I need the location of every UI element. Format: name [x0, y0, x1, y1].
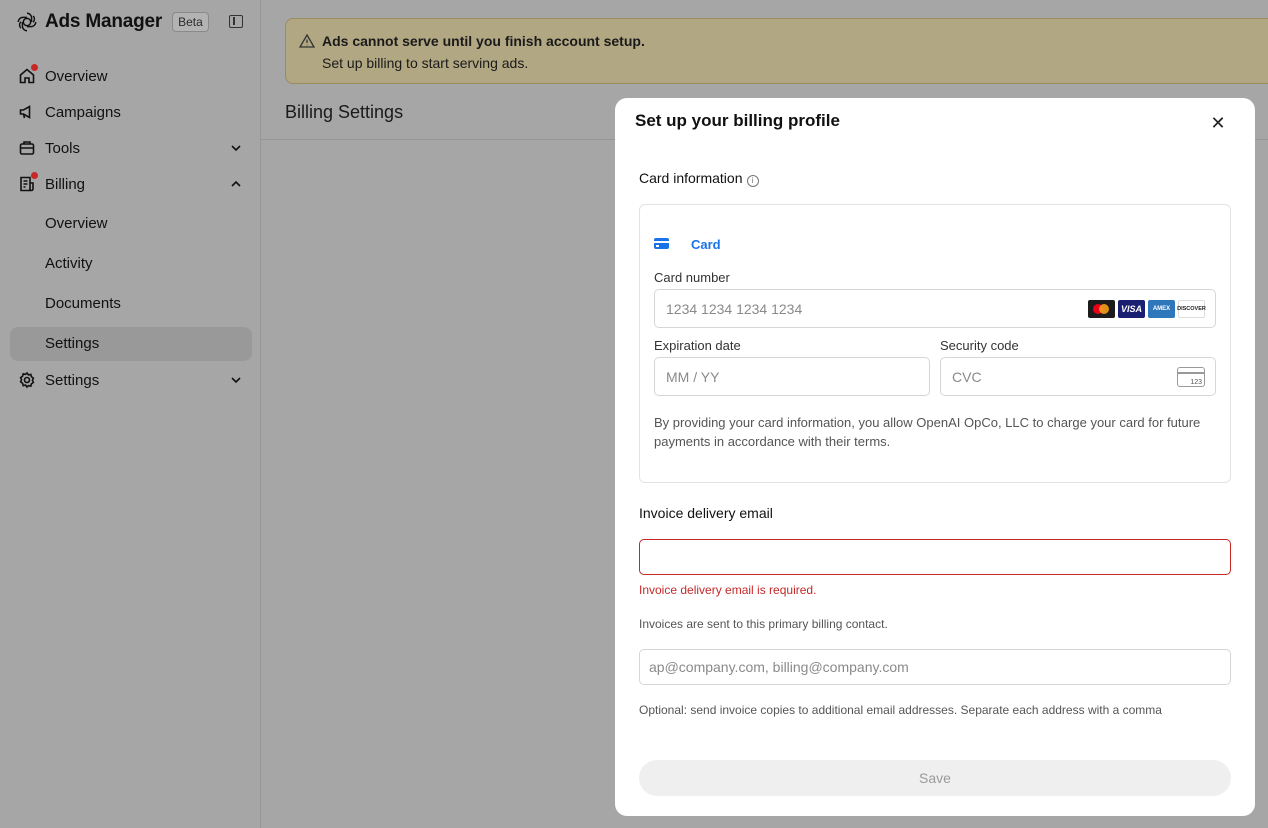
card-terms-text: By providing your card information, you … — [654, 415, 1201, 449]
cc-emails-placeholder: ap@company.com, billing@company.com — [649, 659, 909, 675]
setup-warning-banner: Ads cannot serve until you finish accoun… — [285, 18, 1268, 84]
card-number-placeholder: 1234 1234 1234 1234 — [666, 301, 803, 317]
close-icon[interactable]: ✕ — [1210, 114, 1226, 132]
megaphone-icon — [19, 105, 31, 119]
card-information-label: Card information i — [639, 170, 759, 187]
sidebar-subitem-documents[interactable]: Documents — [10, 287, 252, 321]
card-number-label: Card number — [654, 270, 730, 285]
card-information-text: Card information — [639, 170, 743, 186]
invoice-email-help: Invoices are sent to this primary billin… — [639, 617, 888, 631]
banner-message: Set up billing to start serving ads. — [322, 55, 529, 71]
discover-icon: DISCOVER — [1177, 300, 1206, 318]
sidebar-subitem-label: Overview — [45, 215, 108, 232]
mastercard-icon — [1088, 300, 1115, 318]
card-tab[interactable]: Card — [691, 237, 721, 252]
notification-dot — [31, 64, 38, 71]
sidebar-toggle-icon[interactable] — [229, 15, 243, 28]
sidebar-item-overview[interactable]: Overview — [10, 59, 252, 93]
sidebar-subitem-label: Activity — [45, 255, 93, 272]
save-button[interactable]: Save — [639, 760, 1231, 796]
invoice-email-error: Invoice delivery email is required. — [639, 583, 817, 597]
info-icon[interactable]: i — [746, 175, 759, 187]
card-number-input[interactable]: 1234 1234 1234 1234 VISA AMEX DISCOVER — [654, 289, 1216, 328]
sidebar-item-settings[interactable]: Settings — [10, 363, 252, 397]
card-brands: VISA AMEX DISCOVER — [1088, 300, 1206, 318]
sidebar-subitem-label: Documents — [45, 295, 121, 312]
sidebar-subitem-label: Settings — [45, 335, 100, 352]
sidebar-item-tools[interactable]: Tools — [10, 131, 252, 165]
sidebar-item-label: Billing — [45, 175, 86, 193]
page-title: Billing Settings — [285, 102, 404, 122]
sidebar-item-billing[interactable]: Billing — [10, 167, 252, 201]
chevron-up-icon — [231, 180, 241, 187]
expiration-placeholder: MM / YY — [666, 369, 720, 385]
toolbox-icon — [19, 141, 35, 155]
sidebar-item-label: Campaigns — [45, 103, 121, 121]
chevron-down-icon — [231, 145, 241, 152]
beta-badge: Beta — [172, 12, 209, 32]
amex-icon: AMEX — [1148, 300, 1175, 318]
sidebar-subitem-activity[interactable]: Activity — [10, 247, 252, 281]
billing-profile-modal: Set up your billing profile ✕ Card infor… — [615, 98, 1255, 816]
expiration-label: Expiration date — [654, 338, 741, 353]
banner-title: Ads cannot serve until you finish accoun… — [322, 33, 645, 49]
warning-icon — [299, 33, 315, 48]
cc-emails-input[interactable]: ap@company.com, billing@company.com — [639, 649, 1231, 685]
modal-title: Set up your billing profile — [635, 111, 840, 130]
sidebar-subitem-settings[interactable]: Settings — [10, 327, 252, 361]
sidebar-subitem-overview[interactable]: Overview — [10, 207, 252, 241]
sidebar-item-label: Settings — [45, 371, 100, 389]
app-name: Ads Manager — [45, 11, 163, 32]
sidebar-item-label: Tools — [45, 139, 81, 157]
invoice-email-input[interactable] — [639, 539, 1231, 575]
sidebar-item-label: Overview — [45, 67, 108, 85]
brand: Ads Manager Beta — [16, 10, 209, 34]
notification-dot — [31, 172, 38, 179]
invoice-email-label: Invoice delivery email — [639, 505, 773, 521]
sidebar: Ads Manager Beta Overview Campaigns Tool… — [0, 0, 261, 828]
expiration-input[interactable]: MM / YY — [654, 357, 930, 396]
chevron-down-icon — [231, 377, 241, 384]
sidebar-item-campaigns[interactable]: Campaigns — [10, 95, 252, 129]
card-payment-box: Card Card number 1234 1234 1234 1234 VIS… — [639, 204, 1231, 483]
visa-icon: VISA — [1118, 300, 1145, 318]
cvc-card-icon: 123 — [1177, 367, 1205, 387]
security-code-label: Security code — [940, 338, 1019, 353]
openai-logo-icon — [17, 12, 37, 32]
security-code-input[interactable]: CVC 123 — [940, 357, 1216, 396]
credit-card-icon — [654, 238, 669, 249]
security-code-placeholder: CVC — [952, 369, 982, 385]
gear-icon — [19, 371, 35, 389]
cc-emails-help: Optional: send invoice copies to additio… — [639, 703, 1162, 717]
